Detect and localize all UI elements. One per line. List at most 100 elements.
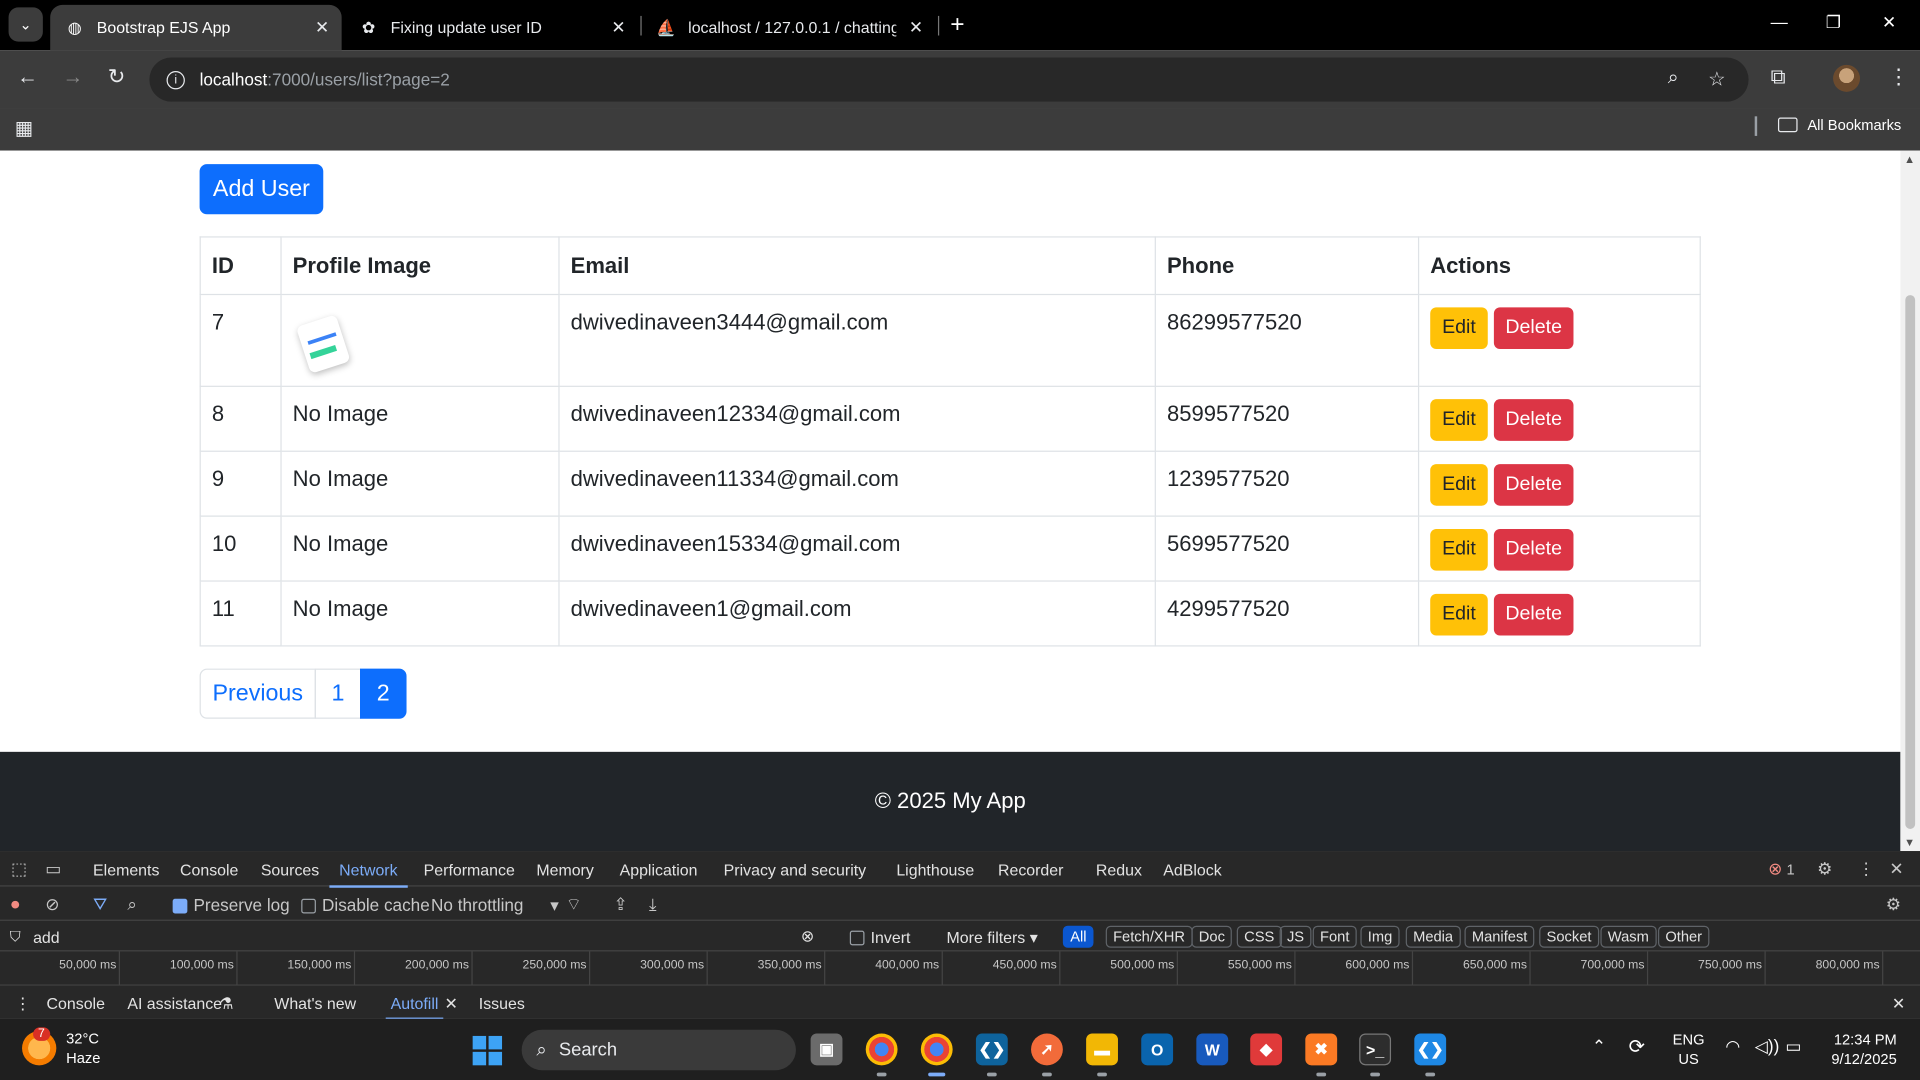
filter-pill-img[interactable]: Img [1360,925,1400,948]
minimize-button[interactable]: — [1771,12,1788,32]
network-overview-timeline[interactable]: 50,000 ms 100,000 ms 150,000 ms 200,000 … [0,951,1920,986]
terminal-icon[interactable]: >_ [1359,1033,1392,1066]
taskbar-search[interactable]: ⌕ Search [521,1029,796,1071]
filter-pill-socket[interactable]: Socket [1539,925,1599,948]
filter-pill-wasm[interactable]: Wasm [1600,925,1657,948]
window-close-button[interactable]: ✕ [1882,12,1896,33]
zoom-icon[interactable]: ⌕ [1668,67,1679,89]
close-icon[interactable]: ✕ [444,994,457,1014]
delete-button[interactable]: Delete [1493,464,1574,506]
wifi-icon[interactable]: ◠ [1725,1036,1740,1057]
filter-pill-manifest[interactable]: Manifest [1464,925,1535,948]
record-stop-icon[interactable]: ⏺ [11,894,20,915]
devtools-tab-application[interactable]: Application [620,861,698,879]
delete-button[interactable]: Delete [1493,307,1574,349]
drawer-menu-icon[interactable]: ⋮ [15,994,31,1014]
tab-search-button[interactable]: ⌄ [8,7,43,42]
device-toolbar-icon[interactable]: ▭ [45,858,61,879]
devtools-close-icon[interactable]: ✕ [1889,858,1903,879]
bookmark-star-icon[interactable]: ☆ [1708,67,1726,91]
weather-widget[interactable]: 7 32°C Haze [22,1027,100,1068]
restore-button[interactable]: ❐ [1826,12,1841,33]
profile-avatar[interactable] [1833,64,1861,92]
extensions-icon[interactable]: ⧉ [1771,65,1786,89]
clear-filter-icon[interactable]: ⊗ [801,927,814,947]
vscode-icon[interactable]: ❮❯ [975,1033,1008,1066]
filter-pill-fetch-xhr[interactable]: Fetch/XHR [1105,925,1193,948]
filter-pill-other[interactable]: Other [1657,925,1710,948]
filter-pill-all[interactable]: All [1062,925,1094,948]
anydesk-icon[interactable]: ◆ [1250,1033,1283,1066]
windows-start-button[interactable] [472,1035,503,1066]
apps-grid-icon[interactable]: ▦ [15,116,34,140]
drawer-tab-issues[interactable]: Issues [479,994,525,1012]
filter-pill-doc[interactable]: Doc [1191,925,1233,948]
file-explorer-icon[interactable]: ▬ [1086,1033,1118,1066]
devtools-tab-memory[interactable]: Memory [536,861,593,879]
close-icon[interactable]: ✕ [315,17,329,38]
scrollbar-thumb[interactable] [1905,295,1916,829]
pagination-previous[interactable]: Previous [199,668,316,719]
edit-button[interactable]: Edit [1430,399,1488,441]
show-hidden-icons-chevron-icon[interactable]: ⌃ [1592,1036,1606,1057]
language-indicator[interactable]: ENG US [1673,1030,1705,1069]
network-settings-gear-icon[interactable]: ⚙ [1886,894,1901,915]
filter-pill-js[interactable]: JS [1279,925,1312,948]
error-icon[interactable]: ⊗ [1768,858,1782,879]
invert-checkbox[interactable]: Invert [849,928,910,947]
edit-button[interactable]: Edit [1430,464,1488,506]
clear-icon[interactable]: ⊘ [45,894,59,915]
devtools-tab-adblock[interactable]: AdBlock [1163,861,1221,879]
drawer-close-icon[interactable]: ✕ [1892,994,1905,1014]
chrome-icon[interactable] [865,1033,898,1066]
devtools-tab-network[interactable]: Network [329,861,407,888]
import-har-icon[interactable]: ⇪ [613,894,627,915]
pagination-page-2[interactable]: 2 [360,668,407,719]
devtools-tab-privacy-security[interactable]: Privacy and security [724,861,866,879]
search-icon[interactable]: ⌕ [127,894,137,915]
disable-cache-checkbox[interactable]: Disable cache [301,895,430,915]
tab-bootstrap-ejs-app[interactable]: ◍ Bootstrap EJS App ✕ [50,4,342,51]
postman-icon[interactable]: ➚ [1031,1033,1063,1066]
close-icon[interactable]: ✕ [611,17,625,38]
drawer-tab-console[interactable]: Console [47,994,105,1012]
edit-button[interactable]: Edit [1430,593,1488,636]
scroll-up-arrow-icon[interactable]: ▲ [1904,153,1915,165]
filter-icon[interactable]: ⛛ [93,894,107,915]
filter-input[interactable]: ⛉ add ⊗ [10,926,833,948]
devtools-tab-performance[interactable]: Performance [424,861,515,879]
more-menu-icon[interactable]: ⋮ [1888,65,1909,89]
inspect-element-icon[interactable]: ⬚ [11,858,27,879]
devtools-more-icon[interactable]: ⋮ [1858,858,1875,879]
error-count[interactable]: 1 [1787,861,1795,878]
sync-icon[interactable]: ⟳ [1629,1035,1645,1059]
devtools-tab-elements[interactable]: Elements [93,861,159,879]
word-icon[interactable]: W [1196,1033,1229,1066]
xampp-icon[interactable]: ✖ [1305,1033,1338,1066]
scroll-down-arrow-icon[interactable]: ▼ [1904,836,1915,848]
filter-pill-font[interactable]: Font [1312,925,1357,948]
devtools-tab-lighthouse[interactable]: Lighthouse [896,861,974,879]
export-har-icon[interactable]: ⤓ [649,894,657,915]
devtools-tab-sources[interactable]: Sources [261,861,319,879]
page-scrollbar[interactable]: ▲ ▼ [1900,150,1920,852]
tab-fixing-update-user-id[interactable]: ✿ Fixing update user ID ✕ [344,5,638,50]
battery-icon[interactable]: ▭ [1785,1036,1801,1057]
drawer-tab-ai-assistance[interactable]: AI assistance [127,994,222,1012]
task-view-icon[interactable]: ▣ [810,1033,843,1066]
edit-button[interactable]: Edit [1430,307,1488,349]
address-bar[interactable]: i localhost:7000/users/list?page=2 ⌕ ☆ [149,57,1749,102]
back-icon[interactable]: ← [17,65,38,89]
reload-icon[interactable]: ↻ [108,65,125,89]
chrome-profile-icon[interactable] [920,1033,953,1066]
throttling-select[interactable]: No throttling ▾ [431,895,559,916]
system-clock[interactable]: 12:34 PM 9/12/2025 [1821,1030,1896,1069]
delete-button[interactable]: Delete [1493,528,1574,571]
settings-gear-icon[interactable]: ⚙ [1817,858,1832,879]
close-icon[interactable]: ✕ [909,17,923,38]
new-tab-button[interactable]: + [950,11,964,39]
devtools-tab-redux[interactable]: Redux [1096,861,1142,879]
delete-button[interactable]: Delete [1493,593,1574,636]
devtools-tab-console[interactable]: Console [180,861,238,879]
preserve-log-checkbox[interactable]: Preserve log [172,895,290,915]
